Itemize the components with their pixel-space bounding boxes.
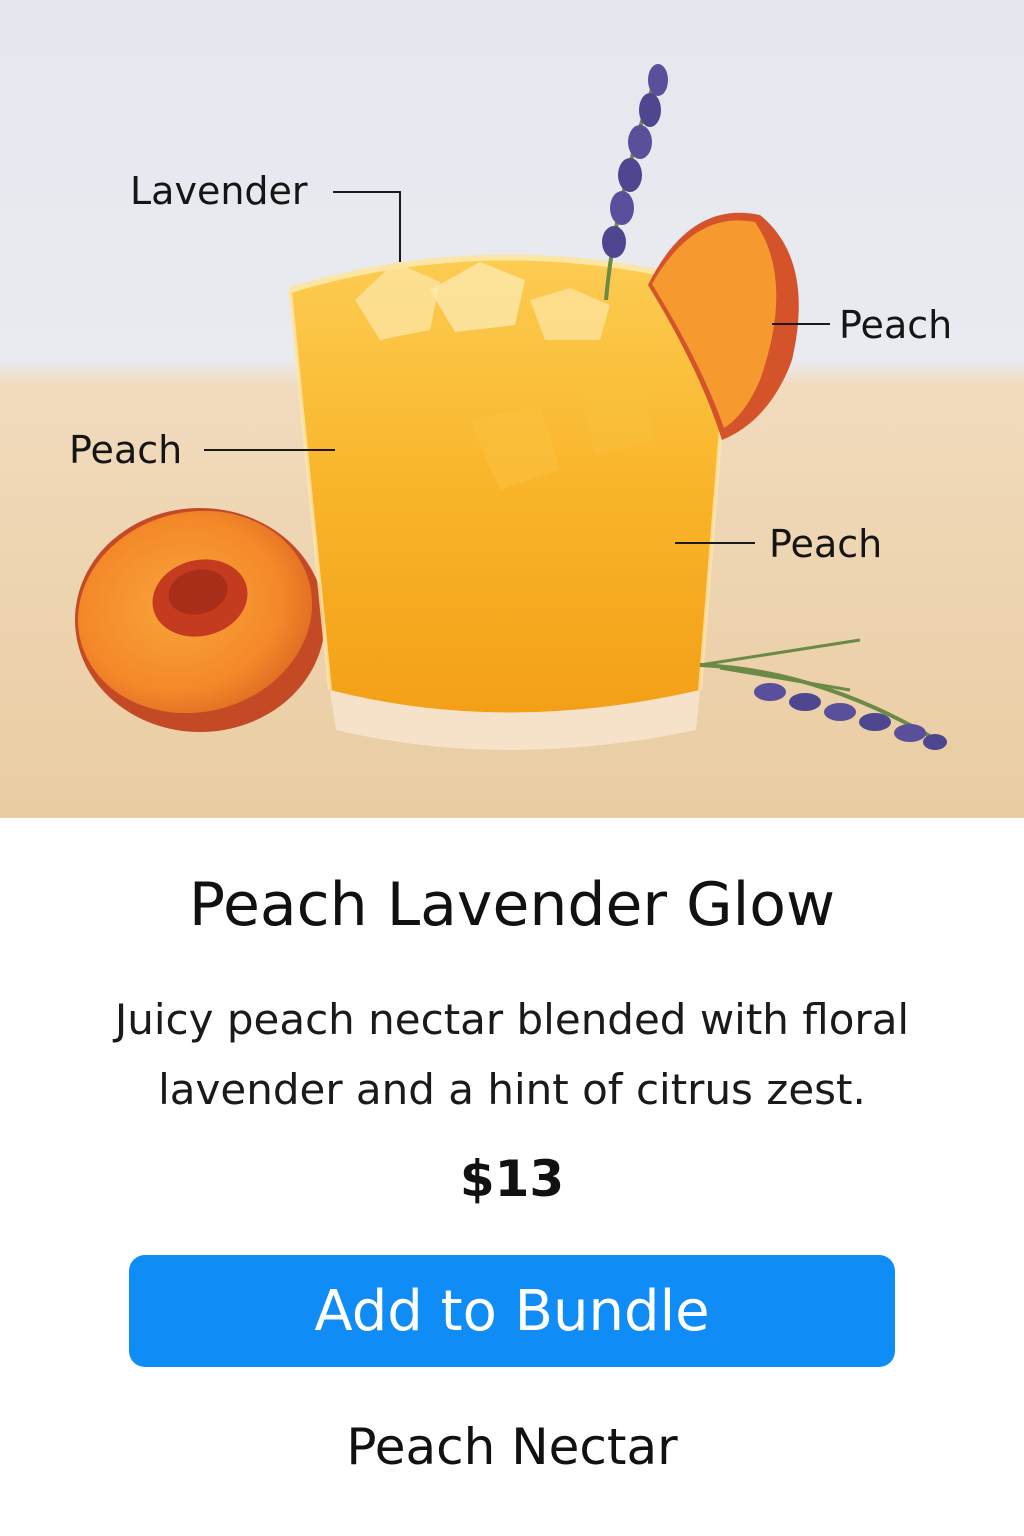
callout-lavender: Lavender [130, 169, 308, 213]
lavender-sprig-glass [602, 64, 668, 301]
callout-peach-wedge: Peach [839, 303, 953, 347]
add-to-bundle-button[interactable]: Add to Bundle [129, 1255, 895, 1367]
glass [288, 254, 734, 750]
product-subtitle: Peach Nectar [346, 1418, 678, 1476]
drink-illustration [0, 64, 1024, 818]
product-price: $13 [459, 1150, 565, 1208]
product-card: Lavender Peach Peach Peach Peach Lavende… [0, 0, 1024, 1536]
callout-peach-left: Peach [69, 428, 183, 472]
callout-peach-right: Peach [769, 522, 883, 566]
product-description: Juicy peach nectar blended with floral l… [114, 995, 910, 1114]
product-image: Lavender Peach Peach Peach [0, 0, 1024, 818]
product-title: Peach Lavender Glow [188, 870, 836, 940]
